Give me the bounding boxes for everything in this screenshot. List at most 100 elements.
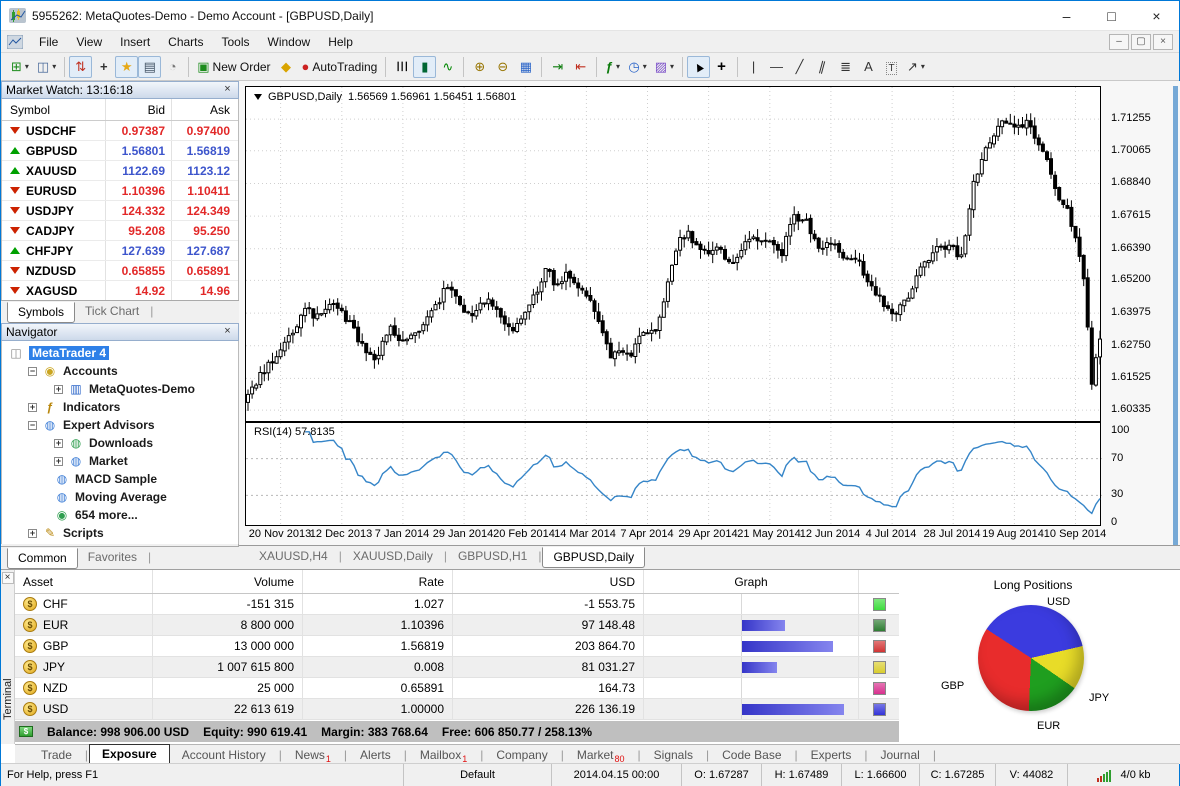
nav-item-indicators[interactable]: +ƒIndicators xyxy=(2,398,238,416)
periods-button[interactable]: ▾ xyxy=(624,56,650,78)
trendline-button[interactable] xyxy=(788,56,811,78)
market-watch-row-USDCHF[interactable]: USDCHF0.973870.97400 xyxy=(2,121,238,141)
chart-collapse-icon[interactable] xyxy=(254,94,262,100)
market-watch-toggle-button[interactable] xyxy=(69,56,92,78)
market-watch-row-XAUUSD[interactable]: XAUUSD1122.691123.12 xyxy=(2,161,238,181)
expander-minus-icon[interactable]: − xyxy=(28,421,37,430)
chart-tab-gbpusd-daily[interactable]: GBPUSD,Daily xyxy=(542,547,645,568)
fibonacci-button[interactable] xyxy=(834,56,857,78)
nav-item-654-more[interactable]: ◉654 more... xyxy=(2,506,238,524)
arrows-button[interactable]: ▾ xyxy=(903,56,929,78)
exposure-row-EUR[interactable]: $EUR8 800 0001.1039697 148.48 xyxy=(15,615,899,636)
tab-tick-chart[interactable]: Tick Chart xyxy=(75,302,149,321)
terminal-close-icon[interactable]: × xyxy=(2,572,14,584)
terminal-tab-exposure[interactable]: Exposure xyxy=(89,744,170,765)
line-chart-mode-button[interactable] xyxy=(436,56,459,78)
exposure-row-GBP[interactable]: $GBP13 000 0001.56819203 864.70 xyxy=(15,636,899,657)
minimize-button[interactable]: – xyxy=(1044,1,1089,30)
tile-windows-button[interactable] xyxy=(514,56,537,78)
menu-insert[interactable]: Insert xyxy=(111,33,159,51)
market-watch-row-XAGUSD[interactable]: XAGUSD14.9214.96 xyxy=(2,281,238,301)
indicators-list-button[interactable]: ▾ xyxy=(601,56,624,78)
bar-chart-mode-button[interactable] xyxy=(390,56,413,78)
exposure-row-USD[interactable]: $USD22 613 6191.00000226 136.19 xyxy=(15,699,899,720)
expander-plus-icon[interactable]: + xyxy=(54,385,63,394)
date-axis[interactable]: 20 Nov 201312 Dec 20137 Jan 201429 Jan 2… xyxy=(245,528,1101,546)
menu-charts[interactable]: Charts xyxy=(159,33,212,51)
metaeditor-button[interactable] xyxy=(275,56,298,78)
mdi-close-button[interactable]: × xyxy=(1153,34,1173,50)
candlestick-mode-button[interactable] xyxy=(413,56,436,78)
expander-plus-icon[interactable]: + xyxy=(54,439,63,448)
nav-item-macd-sample[interactable]: ◍MACD Sample xyxy=(2,470,238,488)
auto-scroll-icon xyxy=(552,60,563,73)
expander-plus-icon[interactable]: + xyxy=(54,457,63,466)
exposure-row-NZD[interactable]: $NZD25 0000.65891164.73 xyxy=(15,678,899,699)
exposure-row-CHF[interactable]: $CHF-151 3151.027-1 553.75 xyxy=(15,594,899,615)
menu-help[interactable]: Help xyxy=(319,33,362,51)
auto-scroll-button[interactable] xyxy=(546,56,569,78)
navigator-close-icon[interactable]: × xyxy=(221,326,234,339)
market-watch-row-USDJPY[interactable]: USDJPY124.332124.349 xyxy=(2,201,238,221)
chart-scrollbar[interactable] xyxy=(1173,86,1178,546)
mdi-restore-button[interactable]: ▢ xyxy=(1131,34,1151,50)
nav-item-metatrader-4[interactable]: ◫MetaTrader 4 xyxy=(2,344,238,362)
nav-item-expert-advisors[interactable]: −◍Expert Advisors xyxy=(2,416,238,434)
chart-tab-xauusd-daily[interactable]: XAUUSD,Daily xyxy=(343,547,443,566)
maximize-button[interactable]: □ xyxy=(1089,1,1134,30)
menu-window[interactable]: Window xyxy=(259,33,320,51)
tab-common[interactable]: Common xyxy=(7,548,78,569)
tab-symbols[interactable]: Symbols xyxy=(7,302,75,323)
mdi-minimize-button[interactable]: – xyxy=(1109,34,1129,50)
profiles-button[interactable]: ▾ xyxy=(33,56,60,78)
market-watch-row-NZDUSD[interactable]: NZDUSD0.658550.65891 xyxy=(2,261,238,281)
expander-plus-icon[interactable]: + xyxy=(28,529,37,538)
nav-item-scripts[interactable]: +✎Scripts xyxy=(2,524,238,542)
cursor-button[interactable] xyxy=(687,56,710,78)
expander-plus-icon[interactable]: + xyxy=(28,403,37,412)
rsi-indicator-canvas[interactable]: RSI(14) 57.8135 xyxy=(245,422,1101,526)
text-label-button[interactable] xyxy=(880,56,903,78)
new-chart-button[interactable]: ▾ xyxy=(7,56,33,78)
strategy-tester-button[interactable] xyxy=(161,56,184,78)
status-connection[interactable]: 4/0 kb xyxy=(1067,764,1179,786)
price-chart-canvas[interactable]: GBPUSD,Daily 1.56569 1.56961 1.56451 1.5… xyxy=(245,86,1101,422)
nav-item-accounts[interactable]: −◉Accounts xyxy=(2,362,238,380)
new-order-button[interactable]: New Order xyxy=(193,56,274,78)
market-watch-close-icon[interactable]: × xyxy=(221,84,234,97)
market-watch-row-GBPUSD[interactable]: GBPUSD1.568011.56819 xyxy=(2,141,238,161)
crosshair-button[interactable] xyxy=(710,56,733,78)
asset-color-swatch xyxy=(873,619,886,632)
menu-file[interactable]: File xyxy=(30,33,67,51)
market-watch-row-CHFJPY[interactable]: CHFJPY127.639127.687 xyxy=(2,241,238,261)
zoom-out-button[interactable] xyxy=(491,56,514,78)
market-watch-row-CADJPY[interactable]: CADJPY95.20895.250 xyxy=(2,221,238,241)
menu-tools[interactable]: Tools xyxy=(213,33,259,51)
chart-tab-gbpusd-h1[interactable]: GBPUSD,H1 xyxy=(448,547,537,566)
nav-item-market[interactable]: +◍Market xyxy=(2,452,238,470)
equidistant-channel-button[interactable] xyxy=(811,56,834,78)
chart-shift-button[interactable] xyxy=(569,56,592,78)
exposure-row-JPY[interactable]: $JPY1 007 615 8000.00881 031.27 xyxy=(15,657,899,678)
text-button[interactable] xyxy=(857,56,880,78)
nav-item-moving-average[interactable]: ◍Moving Average xyxy=(2,488,238,506)
templates-button[interactable]: ▾ xyxy=(651,56,678,78)
close-button[interactable]: × xyxy=(1134,1,1179,30)
expander-minus-icon[interactable]: − xyxy=(28,367,37,376)
chart-tab-xauusd-h4[interactable]: XAUUSD,H4 xyxy=(249,547,338,566)
autotrading-button[interactable]: AutoTrading xyxy=(298,56,382,78)
navigator-toggle-button[interactable] xyxy=(115,56,138,78)
data-window-button[interactable] xyxy=(92,56,115,78)
zoom-in-button[interactable] xyxy=(468,56,491,78)
vertical-line-button[interactable] xyxy=(742,56,765,78)
menu-view[interactable]: View xyxy=(67,33,111,51)
terminal-toggle-button[interactable] xyxy=(138,56,161,78)
nav-item-downloads[interactable]: +◍Downloads xyxy=(2,434,238,452)
bid-value: 0.65855 xyxy=(106,261,172,280)
market-watch-row-EURUSD[interactable]: EURUSD1.103961.10411 xyxy=(2,181,238,201)
price-axis[interactable]: 1.712551.700651.688401.676151.663901.652… xyxy=(1103,86,1173,526)
nav-item-metaquotes-demo[interactable]: +▥MetaQuotes-Demo xyxy=(2,380,238,398)
status-profile[interactable]: Default xyxy=(403,764,551,786)
horizontal-line-button[interactable] xyxy=(765,56,788,78)
tab-favorites[interactable]: Favorites xyxy=(78,548,147,567)
